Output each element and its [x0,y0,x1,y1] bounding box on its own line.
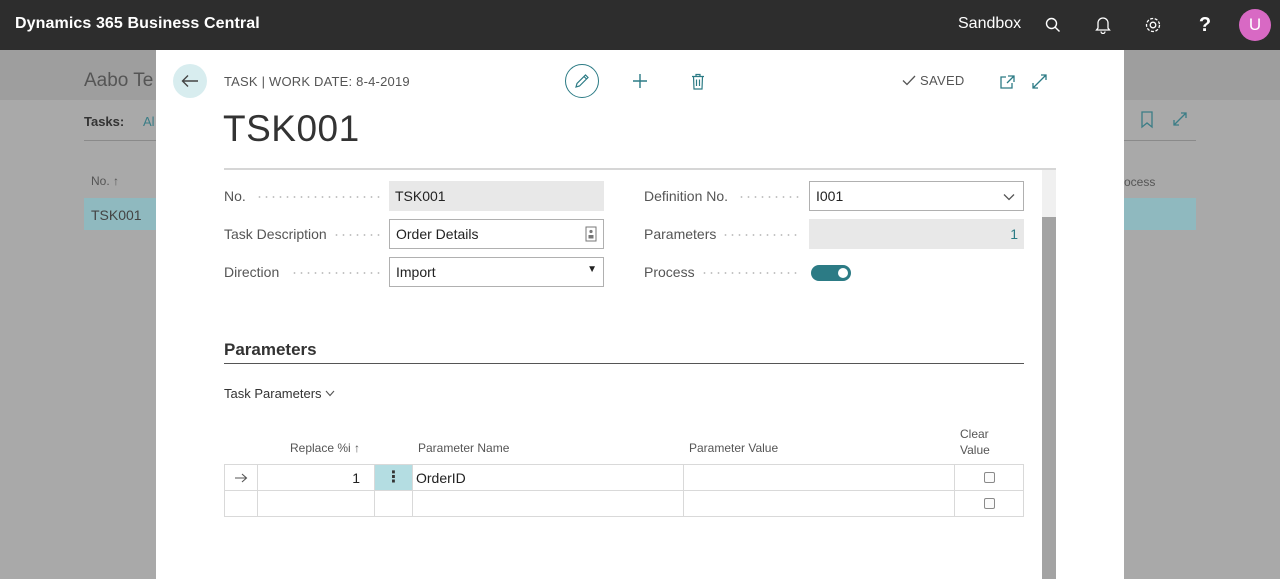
app-title[interactable]: Dynamics 365 Business Central [15,15,260,33]
definition-no-leader-dots [738,196,801,198]
row-indicator[interactable] [225,491,258,516]
background-tasks-label: Tasks: [84,114,125,129]
task-parameters-menu[interactable]: Task Parameters [224,386,335,401]
edit-button[interactable] [565,64,599,98]
row-actions-button[interactable]: ⋮ [375,465,413,491]
delete-button[interactable] [689,71,707,91]
parameter-value-cell[interactable] [684,491,955,516]
more-options-icon: ⋮ [385,468,402,486]
clear-value-cell [955,465,1023,491]
column-clear-value-line1[interactable]: Clear [960,427,989,441]
process-leader-dots [701,272,801,274]
task-card-modal: TASK | WORK DATE: 8-4-2019 SAVED TSK001 … [156,50,1124,579]
background-filter-label: Al [143,114,155,129]
parameter-name-cell[interactable] [413,491,684,516]
background-column-no: No. ↑ [91,174,120,188]
no-leader-dots [256,196,381,198]
replace-cell[interactable] [258,491,375,516]
direction-select[interactable]: Import ▼ [389,257,604,287]
page-caption: TASK | WORK DATE: 8-4-2019 [224,74,410,89]
pencil-icon [575,74,589,88]
parameters-leader-dots [722,234,801,236]
no-label: No. [224,188,246,204]
process-label: Process [644,264,695,280]
arrow-right-icon [235,473,248,482]
chevron-down-icon [1003,194,1015,201]
scrollbar-thumb[interactable] [1042,217,1056,579]
expand-icon[interactable] [1031,73,1049,91]
task-description-field[interactable]: Order Details [389,219,604,249]
definition-no-select[interactable]: I001 [809,181,1024,211]
parameters-field[interactable]: 1 [809,219,1024,249]
back-arrow-icon [181,75,198,87]
task-description-value: Order Details [396,226,479,242]
row-actions-cell[interactable] [375,491,413,516]
search-icon[interactable] [1041,13,1065,37]
background-column-process: ocess [1124,175,1156,189]
trash-icon [692,73,704,90]
chevron-down-icon [325,390,334,397]
direction-leader-dots [291,272,381,274]
direction-value: Import [396,264,436,280]
direction-label: Direction [224,264,280,280]
definition-no-label: Definition No. [644,188,729,204]
bookmark-icon [1140,111,1158,129]
section-divider [224,363,1024,364]
column-replace[interactable]: Replace %i ↑ [290,441,360,455]
parameters-grid: 1 ⋮ OrderID [224,464,1024,517]
parameter-value-cell[interactable] [684,465,955,491]
column-parameter-name[interactable]: Parameter Name [418,441,509,455]
app-bar: Dynamics 365 Business Central Sandbox ? … [0,0,1280,50]
process-toggle[interactable] [811,265,851,281]
record-title: TSK001 [223,108,360,149]
clear-value-checkbox[interactable] [983,472,995,483]
task-description-leader-dots [333,234,381,236]
column-parameter-value[interactable]: Parameter Value [689,441,778,455]
checkmark-icon [902,75,916,86]
background-row-value: TSK001 [91,207,142,223]
environment-label[interactable]: Sandbox [958,15,1021,33]
saved-label: SAVED [920,73,965,88]
no-field[interactable]: TSK001 [389,181,604,211]
open-new-window-icon[interactable] [999,74,1017,92]
clear-value-checkbox[interactable] [983,498,995,509]
lookup-icon[interactable] [585,226,597,242]
task-description-label: Task Description [224,226,327,242]
subpage-title: Task Parameters [224,386,322,401]
plus-icon [633,74,647,88]
definition-no-value: I001 [816,188,844,204]
column-clear-value-line2[interactable]: Value [960,443,990,457]
title-divider [224,168,1056,170]
dropdown-arrow-icon: ▼ [587,264,597,275]
background-page-title: Aabo Te [84,70,154,91]
section-title: Parameters [224,340,317,359]
gear-icon[interactable] [1141,13,1165,37]
clear-value-cell [955,491,1023,516]
new-button[interactable] [630,71,650,91]
help-icon[interactable]: ? [1193,13,1217,37]
saved-status: SAVED [902,73,965,88]
back-button[interactable] [173,64,207,98]
avatar[interactable]: U [1239,9,1271,41]
background-expand-icon [1172,111,1190,129]
parameter-name-cell[interactable]: OrderID [413,465,684,491]
row-indicator[interactable] [225,465,258,491]
parameters-label: Parameters [644,226,717,242]
replace-cell[interactable]: 1 [258,465,375,491]
toggle-knob [838,268,848,278]
bell-icon[interactable] [1091,13,1115,37]
